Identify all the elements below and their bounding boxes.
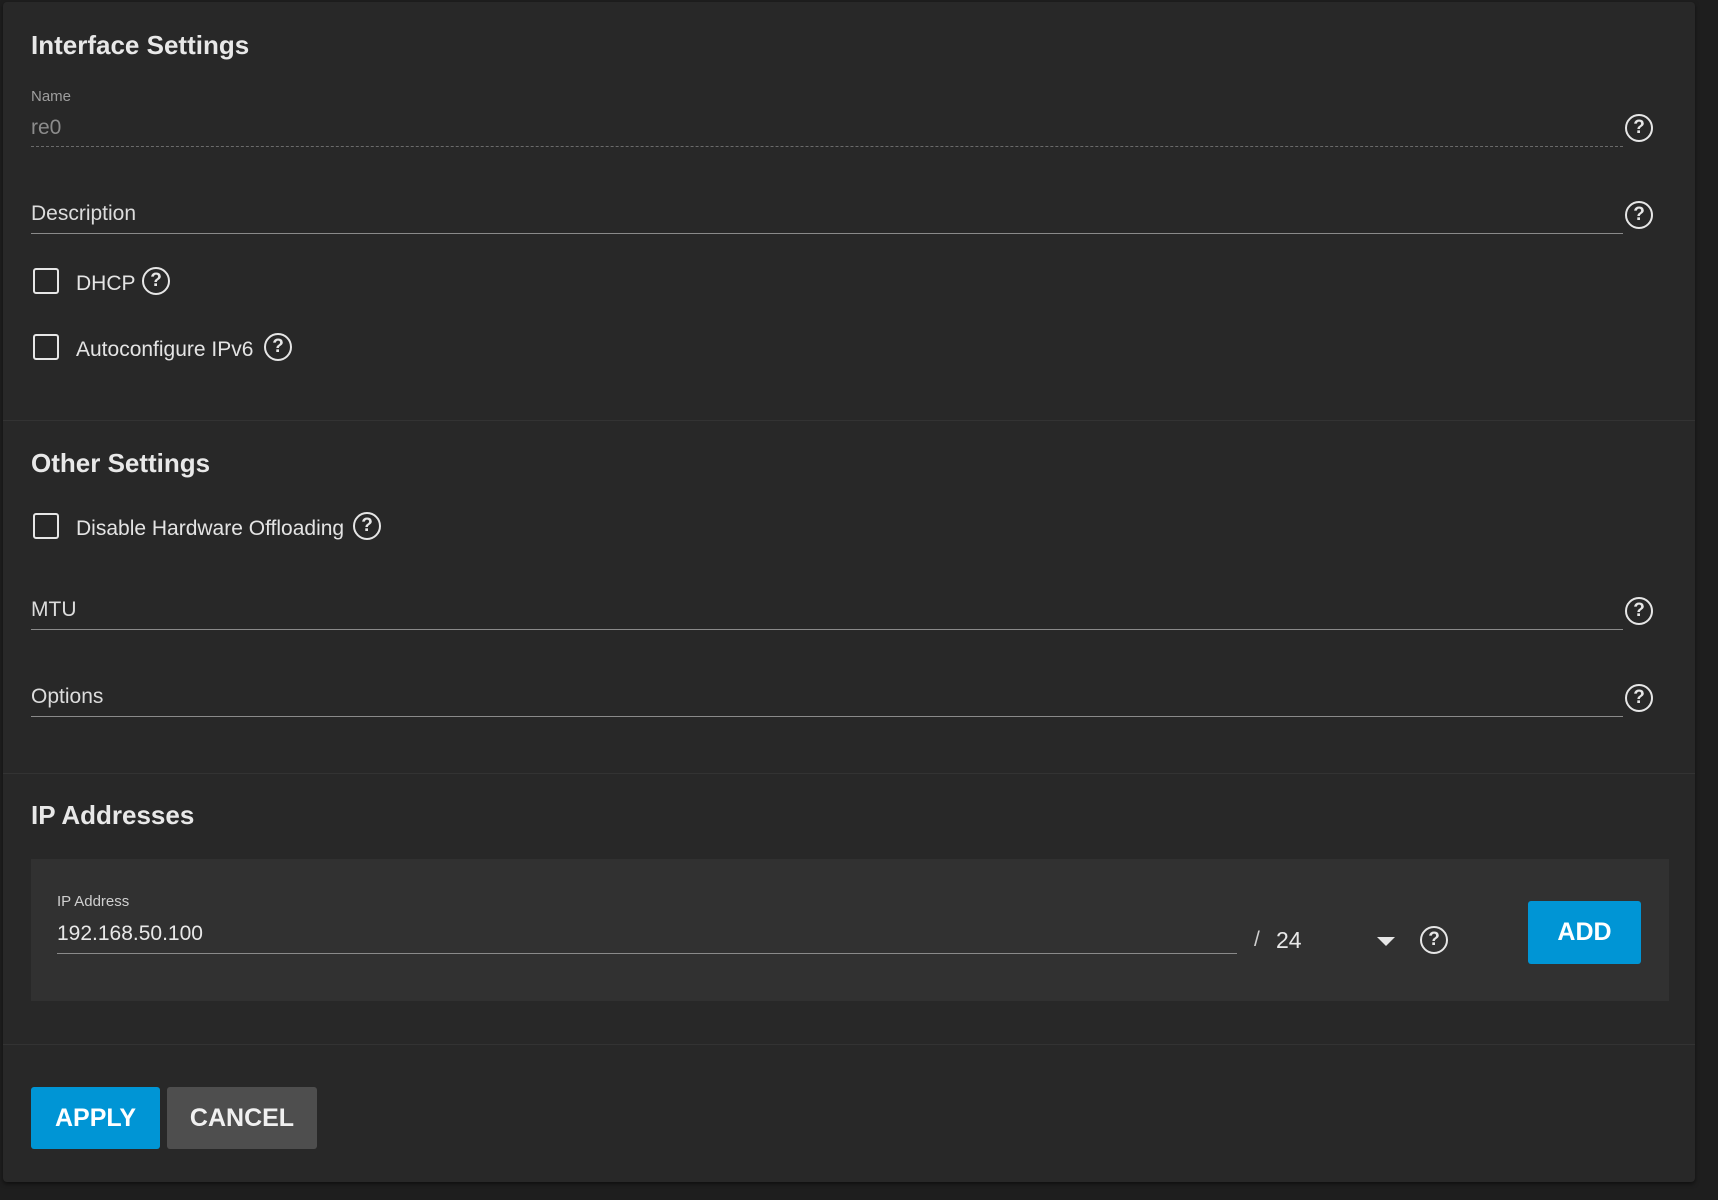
- ip-address-input[interactable]: 192.168.50.100: [57, 922, 203, 946]
- network-interface-form: Interface Settings Name re0 ? Descriptio…: [3, 2, 1695, 1182]
- autoconfigure-ipv6-checkbox[interactable]: [33, 334, 59, 360]
- description-field-underline[interactable]: [31, 233, 1623, 234]
- name-help-icon[interactable]: ?: [1625, 114, 1653, 142]
- mtu-field[interactable]: MTU: [31, 598, 77, 622]
- mtu-help-icon[interactable]: ?: [1625, 597, 1653, 625]
- disable-hardware-offloading-label[interactable]: Disable Hardware Offloading: [76, 517, 344, 541]
- chevron-down-icon[interactable]: [1377, 937, 1395, 946]
- options-help-icon[interactable]: ?: [1625, 684, 1653, 712]
- options-field[interactable]: Options: [31, 685, 103, 709]
- section-divider: [3, 773, 1695, 774]
- disable-hardware-offloading-checkbox[interactable]: [33, 513, 59, 539]
- netmask-select[interactable]: 24: [1276, 927, 1302, 954]
- disable-hardware-offloading-help-icon[interactable]: ?: [353, 512, 381, 540]
- description-help-icon[interactable]: ?: [1625, 201, 1653, 229]
- cancel-button[interactable]: CANCEL: [167, 1087, 317, 1149]
- ip-addresses-title: IP Addresses: [31, 800, 195, 830]
- section-divider: [3, 420, 1695, 421]
- ip-address-help-icon[interactable]: ?: [1420, 926, 1448, 954]
- dhcp-checkbox[interactable]: [33, 268, 59, 294]
- options-field-underline[interactable]: [31, 716, 1623, 717]
- autoconfigure-ipv6-label[interactable]: Autoconfigure IPv6: [76, 338, 253, 362]
- apply-button[interactable]: APPLY: [31, 1087, 160, 1149]
- add-ip-button[interactable]: ADD: [1528, 901, 1641, 964]
- dhcp-help-icon[interactable]: ?: [142, 267, 170, 295]
- name-field-underline: [31, 146, 1623, 147]
- ip-address-underline[interactable]: [57, 953, 1237, 954]
- autoconfigure-ipv6-help-icon[interactable]: ?: [264, 333, 292, 361]
- dhcp-label[interactable]: DHCP: [76, 272, 136, 296]
- netmask-separator: /: [1254, 928, 1260, 951]
- name-field-label: Name: [31, 88, 72, 105]
- name-field: re0: [31, 116, 62, 139]
- interface-settings-title: Interface Settings: [31, 30, 250, 60]
- mtu-field-underline[interactable]: [31, 629, 1623, 630]
- ip-address-row: IP Address 192.168.50.100 / 24 ? ADD: [31, 859, 1669, 1001]
- other-settings-title: Other Settings: [31, 448, 211, 478]
- ip-address-label: IP Address: [57, 893, 130, 910]
- section-divider: [3, 1044, 1695, 1045]
- description-field[interactable]: Description: [31, 202, 136, 226]
